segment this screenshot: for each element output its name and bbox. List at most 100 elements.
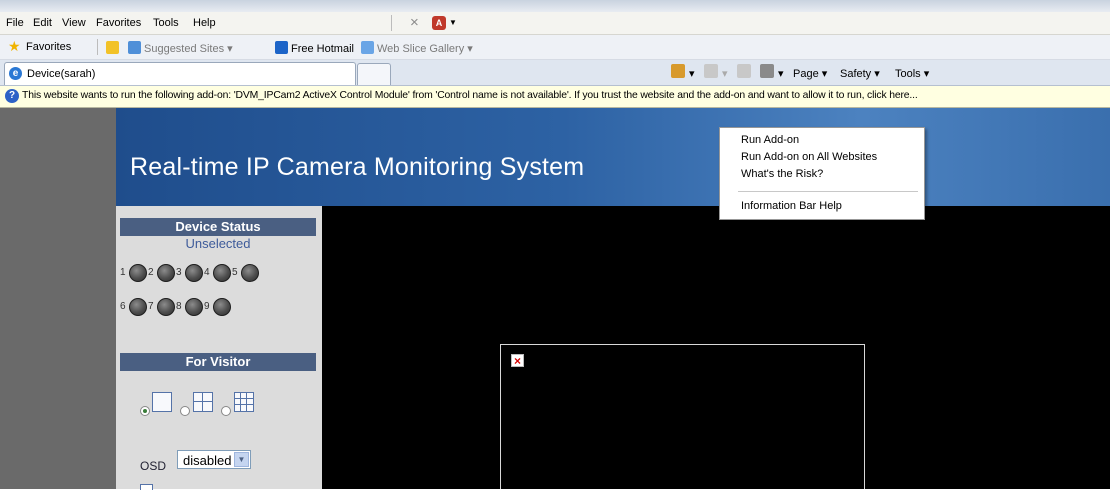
checkbox[interactable] (140, 484, 153, 490)
channel-number: 7 (148, 301, 154, 312)
status-led-icon (213, 298, 231, 316)
device-status-text: Unselected (185, 236, 251, 251)
web-slice-gallery-label: Web Slice Gallery (377, 43, 465, 55)
layout-4-radio[interactable] (180, 406, 190, 416)
safety-menu-label: Safety (840, 68, 872, 80)
status-led-icon (157, 264, 175, 282)
suggested-sites-link[interactable]: Suggested Sites ▾ (128, 41, 233, 55)
safety-menu[interactable]: Safety ▾ (840, 67, 880, 80)
window-top-strip (0, 0, 1110, 12)
web-slice-icon (361, 41, 374, 54)
channel-led-8[interactable]: 8 (176, 298, 206, 318)
information-bar[interactable]: ? This website wants to run the followin… (0, 86, 1110, 108)
osd-select[interactable]: disabled ▼ (177, 450, 251, 469)
menu-view[interactable]: View (62, 17, 86, 29)
close-tab-icon[interactable]: × (410, 14, 419, 31)
free-hotmail-label: Free Hotmail (291, 43, 354, 55)
tools-menu[interactable]: Tools ▾ (895, 67, 929, 80)
favbar-divider (97, 39, 98, 55)
channel-led-9[interactable]: 9 (204, 298, 234, 318)
status-led-icon (185, 298, 203, 316)
tab-title: Device(sarah) (27, 68, 96, 80)
status-led-icon (157, 298, 175, 316)
tab-device[interactable]: e Device(sarah) (4, 62, 356, 85)
ie-icon (128, 41, 141, 54)
menu-item-whats-the-risk[interactable]: What's the Risk? (741, 168, 823, 180)
menu-help[interactable]: Help (193, 17, 216, 29)
chevron-down-icon[interactable]: ▼ (234, 452, 249, 467)
channel-number: 2 (148, 267, 154, 278)
tools-menu-label: Tools (895, 68, 921, 80)
add-favorite-icon (106, 41, 119, 54)
print-icon[interactable] (760, 64, 774, 78)
menu-item-run-addon-all-websites[interactable]: Run Add-on on All Websites (741, 151, 877, 163)
menu-tools[interactable]: Tools (153, 17, 179, 29)
layout-1-radio[interactable] (140, 406, 150, 416)
page-menu[interactable]: Page ▾ (793, 67, 827, 80)
favorites-bar: ★ Favorites Suggested Sites ▾ Free Hotma… (0, 35, 1110, 60)
add-favorite-button[interactable] (106, 41, 122, 55)
feeds-icon[interactable] (704, 64, 718, 78)
channel-number: 4 (204, 267, 210, 278)
menu-favorites[interactable]: Favorites (96, 17, 141, 29)
chevron-down-icon[interactable]: ▼ (449, 18, 457, 27)
tab-bar: e Device(sarah) ▾ ▾ ▾ Page ▾ Safety ▾ To… (0, 60, 1110, 86)
channel-led-4[interactable]: 4 (204, 264, 234, 284)
channel-number: 5 (232, 267, 238, 278)
channel-led-6[interactable]: 6 (120, 298, 150, 318)
channel-led-3[interactable]: 3 (176, 264, 206, 284)
osd-label: OSD (140, 459, 167, 473)
osd-value: disabled (183, 453, 232, 468)
status-led-icon (185, 264, 203, 282)
status-led-icon (129, 298, 147, 316)
home-icon[interactable] (671, 64, 685, 78)
channel-number: 8 (176, 301, 182, 312)
status-led-icon (213, 264, 231, 282)
for-visitor-heading: For Visitor (120, 353, 316, 371)
favorites-button[interactable]: ★ Favorites (8, 38, 72, 54)
menu-item-information-bar-help[interactable]: Information Bar Help (741, 200, 842, 212)
status-led-icon (241, 264, 259, 282)
menubar-divider (391, 15, 392, 31)
pdf-icon[interactable]: A (432, 16, 446, 30)
read-mail-icon[interactable] (737, 64, 751, 78)
quad-view-icon[interactable] (193, 392, 213, 412)
activex-viewport[interactable]: × (500, 344, 865, 489)
new-tab-button[interactable] (357, 63, 391, 85)
menu-edit[interactable]: Edit (33, 17, 52, 29)
page-header: Real-time IP Camera Monitoring System (116, 108, 1110, 206)
broken-image-icon: × (511, 354, 524, 367)
favorites-label: Favorites (26, 41, 72, 53)
layout-9-radio[interactable] (221, 406, 231, 416)
page-title: Real-time IP Camera Monitoring System (130, 153, 585, 181)
suggested-sites-label: Suggested Sites (144, 43, 225, 55)
ie-icon: e (9, 67, 22, 80)
channel-number: 9 (204, 301, 210, 312)
chevron-down-icon[interactable]: ▾ (778, 67, 784, 80)
device-status-heading: Device Status (120, 218, 316, 236)
info-icon: ? (5, 89, 19, 103)
menu-divider (738, 191, 918, 192)
nine-view-icon[interactable] (234, 392, 254, 412)
chevron-down-icon[interactable]: ▾ (689, 67, 695, 80)
menu-file[interactable]: File (6, 17, 24, 29)
information-bar-menu: Run Add-on Run Add-on on All Websites Wh… (719, 127, 925, 220)
hotmail-icon (275, 41, 288, 54)
sidebar: Device Status Unselected 1 2 3 4 5 6 7 8… (116, 206, 322, 490)
information-bar-message: This website wants to run the following … (22, 90, 918, 101)
star-icon: ★ (8, 38, 21, 54)
chevron-down-icon[interactable]: ▾ (722, 67, 728, 80)
status-led-icon (129, 264, 147, 282)
free-hotmail-link[interactable]: Free Hotmail (275, 41, 354, 55)
web-slice-gallery-link[interactable]: Web Slice Gallery ▾ (361, 41, 473, 55)
channel-led-1[interactable]: 1 (120, 264, 150, 284)
channel-number: 3 (176, 267, 182, 278)
single-view-icon[interactable] (152, 392, 172, 412)
channel-led-7[interactable]: 7 (148, 298, 178, 318)
channel-number: 1 (120, 267, 126, 278)
channel-led-2[interactable]: 2 (148, 264, 178, 284)
menu-item-run-addon[interactable]: Run Add-on (741, 134, 799, 146)
page-menu-label: Page (793, 68, 819, 80)
channel-led-5[interactable]: 5 (232, 264, 262, 284)
channel-number: 6 (120, 301, 126, 312)
